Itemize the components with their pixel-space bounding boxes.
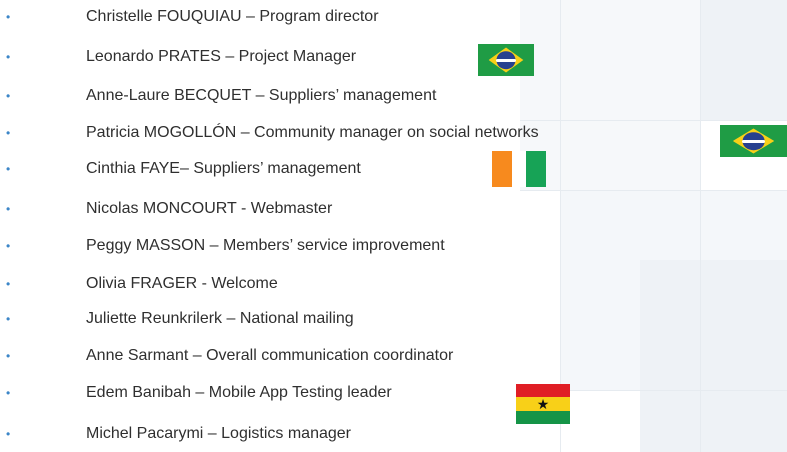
member-text: Anne Sarmant – Overall communication coo… <box>86 347 454 364</box>
bullet-icon: • <box>6 50 11 64</box>
bullet-icon: • <box>6 427 11 441</box>
bullet-icon: • <box>6 202 11 216</box>
member-text: Christelle FOUQUIAU – Program director <box>86 8 379 25</box>
brazil-flag-icon <box>720 125 787 157</box>
member-text: Nicolas MONCOURT - Webmaster <box>86 200 333 217</box>
member-text: Olivia FRAGER - Welcome <box>86 275 278 292</box>
ghana-flag-icon: ★ <box>516 384 570 424</box>
member-text: Juliette Reunkrilerk – National mailing <box>86 310 354 327</box>
bullet-icon: • <box>6 239 11 253</box>
member-text: Cinthia FAYE– Suppliers’ management <box>86 160 361 177</box>
bullet-icon: • <box>6 126 11 140</box>
bullet-icon: • <box>6 386 11 400</box>
member-text: Michel Pacarymi – Logistics manager <box>86 425 351 442</box>
bullet-icon: • <box>6 349 11 363</box>
member-text: Edem Banibah – Mobile App Testing leader <box>86 384 392 401</box>
cote-d-ivoire-flag-icon <box>492 151 546 187</box>
bullet-icon: • <box>6 10 11 24</box>
brazil-flag-icon <box>478 44 534 76</box>
member-text: Peggy MASSON – Members’ service improvem… <box>86 237 445 254</box>
star-icon: ★ <box>536 395 550 412</box>
bullet-icon: • <box>6 162 11 176</box>
member-text: Anne-Laure BECQUET – Suppliers’ manageme… <box>86 87 437 104</box>
member-text: Patricia MOGOLLÓN – Community manager on… <box>86 124 539 141</box>
member-text: Leonardo PRATES – Project Manager <box>86 48 357 65</box>
bullet-icon: • <box>6 277 11 291</box>
bullet-icon: • <box>6 89 11 103</box>
bullet-icon: • <box>6 312 11 326</box>
